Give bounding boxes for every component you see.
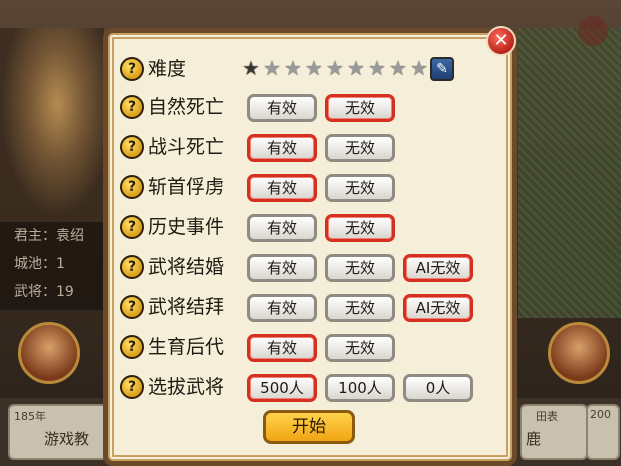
question-icon: ? xyxy=(120,175,144,199)
scenario-title: 鹿 xyxy=(526,430,542,448)
option-label: 武将结婚 xyxy=(148,256,225,278)
option-button[interactable]: AI无效 xyxy=(403,254,473,282)
option-label: 武将结拜 xyxy=(148,296,225,318)
option-row: ? 战斗死亡 有效 无效 xyxy=(120,132,480,162)
ruler-name: 君主：袁绍 xyxy=(14,228,84,244)
option-button[interactable]: 有效 xyxy=(247,254,317,282)
start-button[interactable]: 开始 xyxy=(263,410,355,444)
general-count: 武将：19 xyxy=(14,284,74,300)
option-row: ? 历史事件 有效 无效 xyxy=(120,212,480,242)
option-button[interactable]: 有效 xyxy=(247,94,317,122)
avatar xyxy=(548,322,610,384)
option-row: ? 斩首俘虏 有效 无效 xyxy=(120,172,480,202)
close-button[interactable]: ✕ xyxy=(486,26,516,56)
scenario-small-label: 田表 xyxy=(536,410,558,423)
option-button[interactable]: 无效 xyxy=(325,134,395,162)
option-button[interactable]: 有效 xyxy=(247,174,317,202)
question-icon: ? xyxy=(120,375,144,399)
avatar xyxy=(18,322,80,384)
star-icon[interactable]: ★ xyxy=(263,58,283,78)
option-button[interactable]: 100人 xyxy=(325,374,395,402)
option-button[interactable]: 0人 xyxy=(403,374,473,402)
difficulty-stars[interactable]: ★ ★ ★ ★ ★ ★ ★ ★ ★ xyxy=(242,58,431,80)
star-icon[interactable]: ★ xyxy=(305,58,325,78)
star-icon[interactable]: ★ xyxy=(326,58,346,78)
option-row: ? 自然死亡 有效 无效 xyxy=(120,92,480,122)
option-row: ? 选拔武将 500人 100人 0人 xyxy=(120,372,480,402)
difficulty-label: 难度 xyxy=(148,58,187,80)
question-icon: ? xyxy=(120,135,144,159)
scenario-year: 200 xyxy=(590,408,611,421)
option-button[interactable]: 无效 xyxy=(325,214,395,242)
option-button[interactable]: 无效 xyxy=(325,294,395,322)
question-icon: ? xyxy=(120,57,144,81)
question-icon: ? xyxy=(120,335,144,359)
ruler-portrait xyxy=(0,28,104,218)
star-icon[interactable]: ★ xyxy=(284,58,304,78)
star-icon[interactable]: ★ xyxy=(368,58,388,78)
option-label: 历史事件 xyxy=(148,216,225,238)
option-button[interactable]: 无效 xyxy=(325,334,395,362)
scenario-title: 游戏教 xyxy=(44,430,90,448)
option-button[interactable]: 500人 xyxy=(247,374,317,402)
option-label: 战斗死亡 xyxy=(148,136,225,158)
star-icon[interactable]: ★ xyxy=(410,58,430,78)
scenario-year: 185年 xyxy=(14,410,46,423)
option-button[interactable]: 有效 xyxy=(247,134,317,162)
option-button[interactable]: 无效 xyxy=(325,94,395,122)
option-button[interactable]: 有效 xyxy=(247,334,317,362)
star-icon[interactable]: ★ xyxy=(242,58,262,78)
option-button[interactable]: 有效 xyxy=(247,214,317,242)
city-count: 城池：1 xyxy=(14,256,65,272)
question-icon: ? xyxy=(120,295,144,319)
ruler-info: 君主：袁绍 城池：1 武将：19 xyxy=(0,222,104,310)
star-icon[interactable]: ★ xyxy=(347,58,367,78)
option-button[interactable]: 有效 xyxy=(247,294,317,322)
question-icon: ? xyxy=(120,255,144,279)
option-label: 选拔武将 xyxy=(148,376,225,398)
option-row: ? 武将结拜 有效 无效 AI无效 xyxy=(120,292,480,322)
option-label: 自然死亡 xyxy=(148,96,225,118)
edit-icon[interactable]: ✎ xyxy=(430,57,454,81)
option-row: ? 武将结婚 有效 无效 AI无效 xyxy=(120,252,480,282)
difficulty-row: ? 难度 ★ ★ ★ ★ ★ ★ ★ ★ ★ ✎ xyxy=(120,54,460,84)
option-label: 斩首俘虏 xyxy=(148,176,225,198)
question-icon: ? xyxy=(120,95,144,119)
background-close-icon xyxy=(578,16,608,46)
star-icon[interactable]: ★ xyxy=(389,58,409,78)
map-panel xyxy=(518,28,621,318)
option-button[interactable]: AI无效 xyxy=(403,294,473,322)
question-icon: ? xyxy=(120,215,144,239)
option-label: 生育后代 xyxy=(148,336,225,358)
option-row: ? 生育后代 有效 无效 xyxy=(120,332,480,362)
option-button[interactable]: 无效 xyxy=(325,174,395,202)
option-button[interactable]: 无效 xyxy=(325,254,395,282)
